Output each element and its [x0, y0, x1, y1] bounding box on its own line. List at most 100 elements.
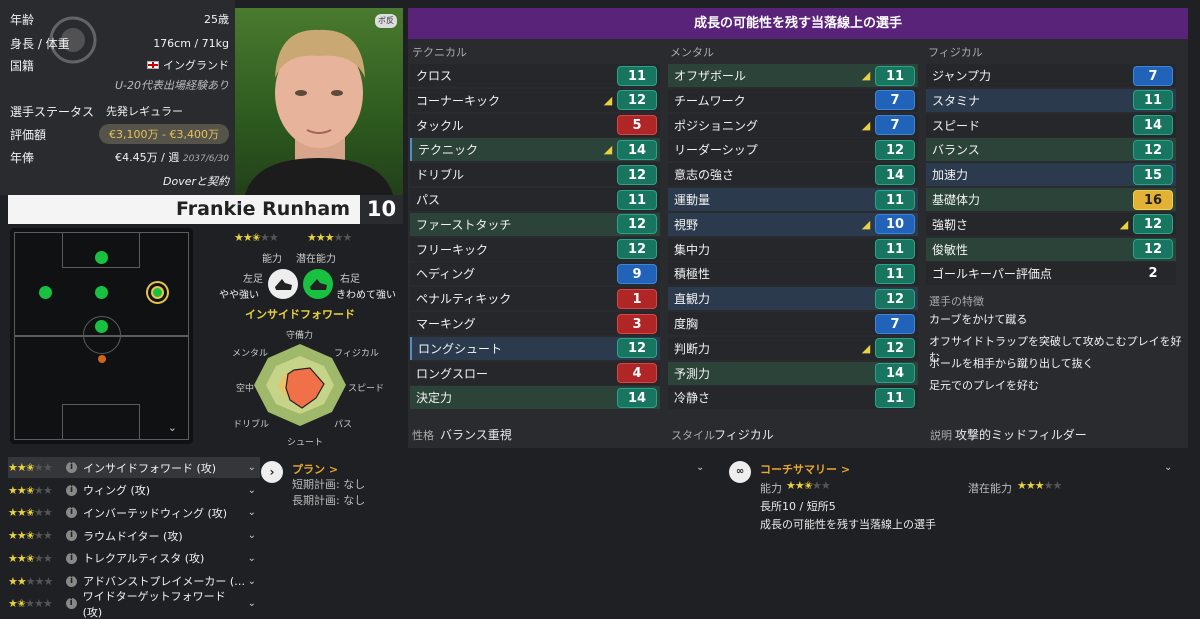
coach-collapse-chevron-icon[interactable]: ⌄ — [1164, 462, 1172, 473]
attribute-row[interactable]: 予測力 14 — [668, 361, 918, 385]
role-item[interactable]: ★★✬★★ i ウィング (攻) ⌄ — [8, 480, 260, 501]
right-boot-icon — [303, 269, 333, 299]
attribute-row[interactable]: 直観力 12 — [668, 287, 918, 311]
attribute-row[interactable]: パス 11 — [410, 188, 660, 211]
attribute-row[interactable]: 積極性 11 — [668, 262, 918, 286]
attribute-row[interactable]: コーナーキック ◢ 12 — [410, 88, 660, 112]
nation-value[interactable]: イングランド — [147, 57, 229, 73]
attribute-row[interactable]: 視野 ◢ 10 — [668, 212, 918, 236]
position-dot-dm[interactable] — [98, 355, 106, 363]
attribute-value: 7 — [1133, 65, 1173, 86]
position-dot-amr[interactable] — [151, 286, 164, 299]
technical-column-label: テクニカル — [412, 46, 467, 59]
chevron-down-icon[interactable]: ⌄ — [248, 576, 260, 587]
value-label: 評価額 — [10, 127, 47, 142]
attribute-row[interactable]: 基礎体力 16 — [926, 188, 1176, 211]
pitch-expand-chevron-icon[interactable]: ⌄ — [168, 421, 177, 434]
plan-title[interactable]: プラン > — [292, 461, 338, 477]
attribute-row[interactable]: オフザボール ◢ 11 — [668, 64, 918, 87]
attribute-name: 直観力 — [674, 292, 711, 307]
attribute-value: 14 — [875, 363, 915, 384]
attribute-row[interactable]: ペナルティキック 1 — [410, 287, 660, 311]
role-item[interactable]: ★★✬★★ i インサイドフォワード (攻) ⌄ — [8, 457, 260, 478]
attribute-name: 運動量 — [674, 193, 711, 207]
attribute-row[interactable]: スタミナ 11 — [926, 88, 1176, 112]
chevron-down-icon[interactable]: ⌄ — [248, 598, 260, 609]
attribute-row[interactable]: ジャンプ力 7 — [926, 64, 1176, 87]
attribute-row[interactable]: 度胸 7 — [668, 312, 918, 335]
attribute-row[interactable]: 冷静さ 11 — [668, 386, 918, 410]
attribute-row[interactable]: ポジショニング ◢ 7 — [668, 113, 918, 137]
attribute-value: 12 — [1133, 239, 1173, 260]
attribute-row[interactable]: バランス 12 — [926, 138, 1176, 162]
attribute-name: ファーストタッチ — [416, 217, 512, 232]
plan-collapse-chevron-icon[interactable]: ⌄ — [696, 462, 704, 473]
attribute-row[interactable]: クロス 11 — [410, 64, 660, 87]
trait-item: 足元でのプレイを好む — [929, 379, 1039, 392]
attribute-value: 11 — [617, 189, 657, 210]
attribute-row[interactable]: マーキング 3 — [410, 312, 660, 335]
attribute-row[interactable]: 俊敏性 12 — [926, 237, 1176, 261]
attribute-row[interactable]: 決定力 14 — [410, 386, 660, 410]
attribute-row[interactable]: ロングシュート 12 — [410, 336, 660, 360]
plan-arrow-icon[interactable]: › — [261, 461, 283, 483]
attribute-name: 意志の強さ — [674, 168, 735, 183]
position-dot-amc[interactable] — [95, 286, 108, 299]
role-item[interactable]: ★★✬★★ i ラウムドイター (攻) ⌄ — [8, 525, 260, 546]
position-pitch[interactable]: ⌄ — [10, 228, 193, 444]
attribute-row[interactable]: ファーストタッチ 12 — [410, 212, 660, 236]
info-icon[interactable]: i — [66, 575, 77, 587]
attribute-row[interactable]: ロングスロー 4 — [410, 361, 660, 385]
attribute-row[interactable]: 運動量 11 — [668, 188, 918, 211]
info-icon[interactable]: i — [65, 598, 77, 610]
chevron-down-icon[interactable]: ⌄ — [248, 553, 260, 564]
attribute-row[interactable]: ドリブル 12 — [410, 163, 660, 187]
role-item[interactable]: ★★✬★★ i トレクアルティスタ (攻) ⌄ — [8, 548, 260, 569]
attribute-row[interactable]: タックル 5 — [410, 113, 660, 137]
attribute-row[interactable]: 集中力 11 — [668, 237, 918, 261]
position-dot-st[interactable] — [95, 251, 108, 264]
attribute-row[interactable]: スピード 14 — [926, 113, 1176, 137]
attribute-row[interactable]: フリーキック 12 — [410, 237, 660, 261]
attribute-row[interactable]: 判断力 ◢ 12 — [668, 336, 918, 360]
attribute-value: 11 — [617, 65, 657, 86]
chevron-down-icon[interactable]: ⌄ — [248, 462, 260, 473]
attribute-row[interactable]: ゴールキーパー評価点 2 — [926, 262, 1176, 286]
info-icon[interactable]: i — [66, 507, 77, 519]
attribute-row[interactable]: 加速力 15 — [926, 163, 1176, 187]
attribute-name: コーナーキック — [416, 93, 501, 108]
attribute-row[interactable]: 強靭さ ◢ 12 — [926, 212, 1176, 236]
wage-label: 年俸 — [10, 150, 35, 165]
value-badge[interactable]: €3,100万 - €3,400万 — [99, 124, 229, 144]
attribute-row[interactable]: テクニック ◢ 14 — [410, 138, 660, 162]
attribute-name: ジャンプ力 — [932, 69, 992, 83]
wage-value: €4.45万 / 週 — [115, 151, 180, 164]
attribute-name: 視野 — [674, 217, 699, 232]
info-icon[interactable]: i — [66, 552, 77, 564]
position-dot-mc[interactable] — [95, 320, 108, 333]
attribute-row[interactable]: リーダーシップ 12 — [668, 138, 918, 162]
attribute-row[interactable]: 意志の強さ 14 — [668, 163, 918, 187]
trait-item: カーブをかけて蹴る — [929, 313, 1028, 326]
info-icon[interactable]: i — [66, 530, 77, 542]
chevron-down-icon[interactable]: ⌄ — [248, 530, 260, 541]
attribute-value: 14 — [1133, 115, 1173, 136]
chevron-down-icon[interactable]: ⌄ — [248, 507, 260, 518]
attribute-row[interactable]: チームワーク 7 — [668, 88, 918, 112]
coach-title[interactable]: コーチサマリー > — [760, 461, 850, 477]
attribute-name: チームワーク — [674, 93, 746, 108]
role-item[interactable]: ★✬★★★ i ワイドターゲットフォワード (攻) ⌄ — [8, 590, 260, 619]
coach-ability-label: 能力 — [760, 482, 782, 495]
chevron-down-icon[interactable]: ⌄ — [248, 485, 260, 496]
position-dot-aml[interactable] — [39, 286, 52, 299]
role-item[interactable]: ★★✬★★ i インバーテッドウィング (攻) ⌄ — [8, 502, 260, 523]
info-icon[interactable]: i — [66, 484, 77, 496]
player-tag-badge[interactable]: ボ反 — [375, 14, 397, 28]
attribute-row[interactable]: ヘディング 9 — [410, 262, 660, 286]
info-icon[interactable]: i — [66, 462, 77, 473]
contract-club[interactable]: Doverと契約 — [163, 173, 229, 189]
nation-name: イングランド — [163, 59, 229, 72]
attribute-name: クロス — [416, 69, 453, 83]
description-label: 説明 — [930, 429, 952, 442]
role-name: アドバンストプレイメーカー (… — [83, 575, 246, 588]
